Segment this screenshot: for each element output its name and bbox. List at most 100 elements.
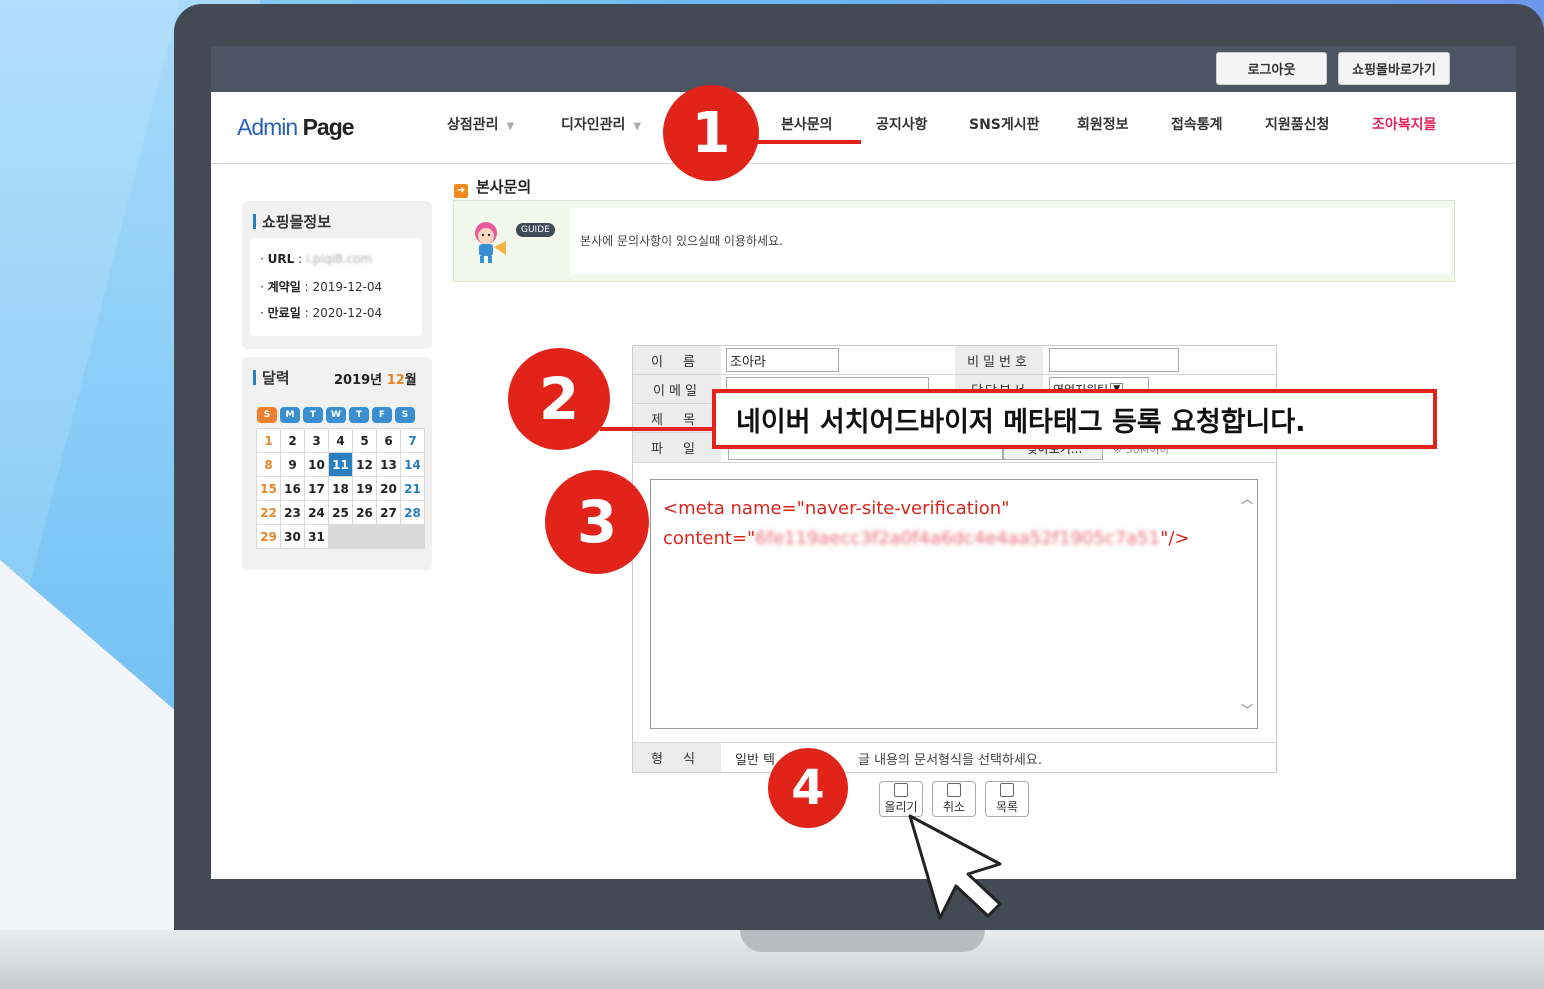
calendar-day[interactable]: 6 — [377, 429, 400, 452]
guide-box: GUIDE 본사에 문의사항이 있으실때 이용하세요. — [453, 200, 1455, 282]
main-nav: Admin Page 상점관리 ▼ 디자인관리 ▼ 본사문의 공지사항 SNS게시판… — [211, 92, 1516, 164]
shop-url-line: · URL : i.piqi8.com — [260, 252, 373, 266]
nav-hq-inquiry[interactable]: 본사문의 — [781, 114, 833, 134]
laptop-notch — [740, 930, 985, 952]
calendar-day[interactable]: 4 — [329, 429, 352, 452]
contract-date: 2019-12-04 — [312, 280, 383, 294]
nav-notice[interactable]: 공지사항 — [876, 114, 928, 134]
calendar-empty — [329, 525, 352, 548]
page-title: ➜ 본사문의 — [454, 176, 531, 198]
format-select[interactable]: 일반 텍 — [735, 749, 775, 768]
weekday-tue: T — [303, 407, 323, 423]
calendar-day[interactable]: 19 — [353, 477, 376, 500]
admin-screen: 로그아웃 쇼핑몰바로가기 Admin Page 상점관리 ▼ 디자인관리 ▼ 본사문… — [211, 46, 1516, 879]
calendar-day[interactable]: 3 — [305, 429, 328, 452]
weekday-wed: W — [326, 407, 346, 423]
active-nav-underline — [757, 140, 861, 144]
calendar-empty — [353, 525, 376, 548]
nav-label: 디자인관리 — [561, 117, 626, 133]
calendar-day[interactable]: 30 — [281, 525, 304, 548]
password-field[interactable] — [1049, 348, 1179, 372]
calendar-day[interactable]: 25 — [329, 501, 352, 524]
step-2-connector — [600, 427, 713, 431]
calendar-day[interactable]: 18 — [329, 477, 352, 500]
calendar-day[interactable]: 17 — [305, 477, 328, 500]
list-icon — [1000, 783, 1014, 797]
contract-date-line: · 계약일 : 2019-12-04 — [260, 280, 383, 294]
calendar-month: 12 — [386, 373, 405, 388]
weekday-mon: M — [280, 407, 300, 423]
calendar-day[interactable]: 24 — [305, 501, 328, 524]
weekday-thu: T — [349, 407, 369, 423]
shop-info-panel: 쇼핑몰정보 · URL : i.piqi8.com · 계약일 : 2019-1… — [242, 201, 432, 349]
calendar-day[interactable]: 10 — [305, 453, 328, 476]
calendar-day[interactable]: 2 — [281, 429, 304, 452]
body-line-2-suffix: "/> — [1160, 528, 1190, 549]
name-field[interactable]: 조아라 — [726, 348, 839, 372]
nav-sns-board[interactable]: SNS게시판 — [969, 114, 1040, 134]
step-4-badge: 4 — [768, 748, 848, 828]
calendar-day[interactable]: 9 — [281, 453, 304, 476]
verification-code-blurred: 6fe119aecc3f2a0f4a6dc4e4aa52f1905c7a51 — [755, 528, 1161, 549]
expire-label: 만료일 — [267, 306, 301, 320]
calendar-day[interactable]: 5 — [353, 429, 376, 452]
shop-info-title-text: 쇼핑몰정보 — [262, 213, 332, 231]
admin-logo[interactable]: Admin Page — [237, 114, 355, 141]
calendar-day[interactable]: 21 — [401, 477, 424, 500]
logout-button[interactable]: 로그아웃 — [1216, 52, 1327, 85]
calendar-day[interactable]: 23 — [281, 501, 304, 524]
step-2-badge: 2 — [508, 348, 610, 450]
guide-badge: GUIDE — [516, 223, 555, 237]
calendar-day[interactable]: 29 — [257, 525, 280, 548]
calendar-day[interactable]: 15 — [257, 477, 280, 500]
name-label: 이 름 — [633, 346, 721, 374]
calendar-day[interactable]: 7 — [401, 429, 424, 452]
weekday-sun: S — [257, 407, 277, 423]
url-label: URL — [267, 252, 295, 266]
body-textarea[interactable]: <meta name="naver-site-verification" con… — [650, 479, 1258, 729]
calendar-day[interactable]: 31 — [305, 525, 328, 548]
step-3-badge: 3 — [545, 470, 649, 574]
calendar-day[interactable]: 8 — [257, 453, 280, 476]
nav-store-management[interactable]: 상점관리 ▼ — [447, 114, 514, 134]
calendar-day[interactable]: 16 — [281, 477, 304, 500]
calendar-day[interactable]: 27 — [377, 501, 400, 524]
nav-member-info[interactable]: 회원정보 — [1077, 114, 1129, 134]
calendar-title-text: 달력 — [262, 369, 290, 387]
calendar-day[interactable]: 26 — [353, 501, 376, 524]
scroll-down-icon[interactable]: ﹀ — [1241, 701, 1253, 718]
nav-design-management[interactable]: 디자인관리 ▼ — [561, 114, 641, 134]
nav-welfare-mall[interactable]: 조아복지몰 — [1372, 114, 1436, 134]
format-hint: 글 내용의 문서형식을 선택하세요. — [858, 753, 1042, 768]
calendar-day[interactable]: 28 — [401, 501, 424, 524]
calendar-day[interactable]: 20 — [377, 477, 400, 500]
mascot-icon — [475, 222, 506, 263]
calendar-day[interactable]: 22 — [257, 501, 280, 524]
form-row-format: 형 식 일반 텍 글 내용의 문서형식을 선택하세요. — [633, 742, 1276, 772]
logo-admin-text: Admin — [237, 114, 298, 140]
guide-message-area: 본사에 문의사항이 있으실때 이용하세요. — [570, 208, 1450, 274]
calendar-empty — [401, 525, 424, 548]
expire-date-line: · 만료일 : 2020-12-04 — [260, 306, 383, 320]
calendar-month-label: 2019년 12월 — [334, 369, 417, 388]
password-label: 비밀번호 — [955, 346, 1043, 374]
expire-date: 2020-12-04 — [312, 306, 383, 320]
step-1-badge: 1 — [663, 85, 759, 181]
mall-link-button[interactable]: 쇼핑몰바로가기 — [1338, 52, 1450, 85]
calendar-day[interactable]: 14 — [401, 453, 424, 476]
guide-text: 본사에 문의사항이 있으실때 이용하세요. — [580, 234, 783, 248]
calendar-day[interactable]: 13 — [377, 453, 400, 476]
upload-icon — [894, 783, 908, 797]
weekday-fri: F — [372, 407, 392, 423]
weekday-sat: S — [395, 407, 415, 423]
chevron-down-icon: ▼ — [506, 121, 515, 132]
calendar-year: 2019년 — [334, 373, 383, 388]
calendar-day[interactable]: 1 — [257, 429, 280, 452]
nav-access-stats[interactable]: 접속통계 — [1171, 114, 1223, 134]
nav-supply-request[interactable]: 지원품신청 — [1265, 114, 1329, 134]
nav-label: 상점관리 — [447, 117, 499, 133]
scroll-up-icon[interactable]: ︿ — [1241, 490, 1253, 507]
calendar-day[interactable]: 12 — [353, 453, 376, 476]
calendar-day-today[interactable]: 11 — [329, 453, 352, 476]
contract-label: 계약일 — [267, 280, 301, 294]
